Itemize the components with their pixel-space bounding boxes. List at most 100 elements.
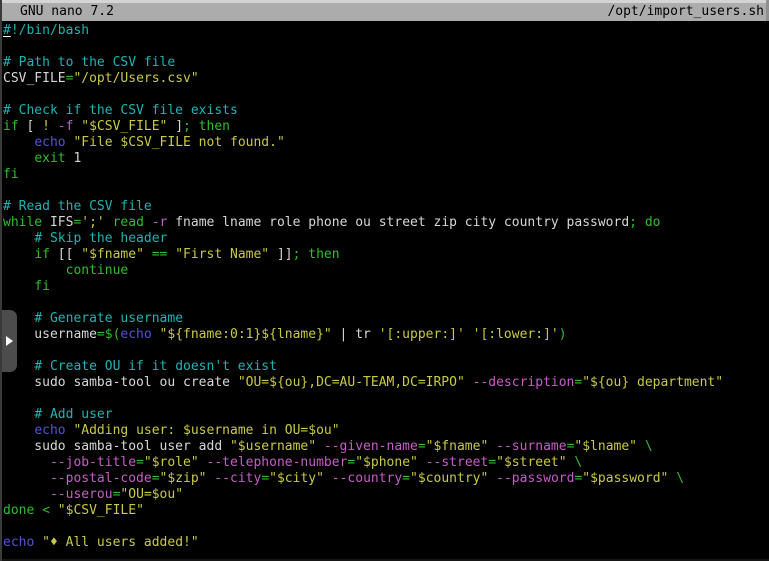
code-segment	[34, 535, 42, 550]
code-line[interactable]	[2, 295, 769, 311]
code-line[interactable]	[2, 39, 769, 55]
code-segment: --country	[332, 471, 402, 486]
code-segment: ]]	[269, 247, 292, 262]
code-segment	[50, 119, 58, 134]
terminal-window: GNU nano 7.2 /opt/import_users.sh #!/bin…	[0, 0, 769, 561]
code-segment: \	[574, 455, 582, 470]
code-segment: 1	[66, 151, 82, 166]
code-segment: <	[42, 503, 50, 518]
code-segment: "$password"	[582, 471, 668, 486]
code-line[interactable]: done < "$CSV_FILE"	[2, 503, 769, 519]
code-line[interactable]: # Add user	[2, 407, 769, 423]
code-segment	[34, 503, 42, 518]
code-line[interactable]: # Path to the CSV file	[2, 55, 769, 71]
code-segment: "File $CSV_FILE not found."	[73, 135, 284, 150]
code-segment: =	[402, 471, 410, 486]
code-segment: exit	[34, 151, 65, 166]
code-segment: echo	[34, 423, 65, 438]
code-line[interactable]: while IFS=';' read -r fname lname role p…	[2, 215, 769, 231]
code-line[interactable]: sudo samba-tool user add "$username" --g…	[2, 439, 769, 455]
code-segment: IFS	[42, 215, 73, 230]
code-line[interactable]: fi	[2, 279, 769, 295]
code-line[interactable]	[2, 343, 769, 359]
code-line[interactable]	[2, 519, 769, 535]
code-line[interactable]: if [[ "$fname" == "First Name" ]]; then	[2, 247, 769, 263]
code-line[interactable]: sudo samba-tool ou create "OU=${ou},DC=A…	[2, 375, 769, 391]
code-segment	[3, 407, 34, 422]
code-segment: "$username"	[230, 439, 316, 454]
code-segment	[152, 327, 160, 342]
code-segment: "$fname"	[81, 247, 144, 262]
code-segment: "${ou} department"	[582, 375, 723, 390]
file-path: /opt/import_users.sh	[607, 3, 764, 21]
code-segment: !/bin/bash	[11, 23, 89, 38]
code-segment: # Add user	[34, 407, 112, 422]
code-segment: --password	[496, 471, 574, 486]
code-segment: "OU=$ou"	[120, 487, 183, 502]
code-segment: "$city"	[269, 471, 324, 486]
code-line[interactable]: #!/bin/bash	[2, 23, 769, 39]
code-line[interactable]: --postal-code="$zip" --city="$city" --co…	[2, 471, 769, 487]
code-segment: ';'	[81, 215, 104, 230]
code-segment: --userou	[50, 487, 113, 502]
code-line[interactable]	[2, 87, 769, 103]
code-segment: \	[676, 471, 684, 486]
code-line[interactable]: # Check if the CSV file exists	[2, 103, 769, 119]
code-line[interactable]: CSV_FILE="/opt/Users.csv"	[2, 71, 769, 87]
code-segment	[199, 455, 207, 470]
code-segment: )	[559, 327, 567, 342]
code-segment: "${fname:0:1}${lname}"	[160, 327, 332, 342]
code-segment: --city	[214, 471, 261, 486]
code-line[interactable]: echo "File $CSV_FILE not found."	[2, 135, 769, 151]
code-segment: # Read the CSV file	[3, 199, 152, 214]
code-line[interactable]: # Create OU if it doesn't exist	[2, 359, 769, 375]
code-segment: # Check if the CSV file exists	[3, 103, 238, 118]
code-line[interactable]: continue	[2, 263, 769, 279]
code-segment: then	[199, 119, 230, 134]
code-segment: "$CSV_FILE"	[58, 503, 144, 518]
side-panel-handle[interactable]	[2, 310, 17, 372]
code-segment: =$(	[97, 327, 120, 342]
code-segment: fi	[3, 167, 19, 182]
cursor: #	[3, 23, 11, 38]
code-line[interactable]: fi	[2, 167, 769, 183]
code-line[interactable]: --job-title="$role" --telephone-number="…	[2, 455, 769, 471]
code-segment	[144, 215, 152, 230]
code-line[interactable]: echo "Adding user: $username in OU=$ou"	[2, 423, 769, 439]
code-segment	[668, 471, 676, 486]
code-line[interactable]: # Skip the header	[2, 231, 769, 247]
code-segment	[637, 439, 645, 454]
code-segment: ==	[152, 247, 168, 262]
code-line[interactable]	[2, 391, 769, 407]
code-segment: =	[152, 471, 160, 486]
code-segment: continue	[66, 263, 129, 278]
code-segment	[3, 279, 34, 294]
code-segment: "$zip"	[160, 471, 207, 486]
code-line[interactable]: if [ ! -f "$CSV_FILE" ]; then	[2, 119, 769, 135]
code-line[interactable]: username=$(echo "${fname:0:1}${lname}" |…	[2, 327, 769, 343]
code-segment	[3, 455, 50, 470]
code-segment: read	[113, 215, 144, 230]
code-segment	[324, 471, 332, 486]
code-segment	[191, 119, 199, 134]
code-segment: fi	[34, 279, 50, 294]
code-segment	[144, 247, 152, 262]
code-line[interactable]: exit 1	[2, 151, 769, 167]
code-segment: CSV_FILE	[3, 71, 66, 86]
code-line[interactable]	[2, 183, 769, 199]
code-segment	[50, 503, 58, 518]
app-title: GNU nano 7.2	[20, 3, 114, 21]
code-segment: --telephone-number	[207, 455, 348, 470]
code-segment: echo	[3, 535, 34, 550]
code-segment	[465, 375, 473, 390]
code-line[interactable]: # Generate username	[2, 311, 769, 327]
editor-content[interactable]: #!/bin/bash # Path to the CSV fileCSV_FIL…	[2, 21, 769, 551]
code-segment: --description	[473, 375, 575, 390]
code-segment	[316, 439, 324, 454]
code-line[interactable]: # Read the CSV file	[2, 199, 769, 215]
code-line[interactable]: --userou="OU=$ou"	[2, 487, 769, 503]
code-segment: "$role"	[144, 455, 199, 470]
triangle-right-icon	[6, 336, 13, 346]
code-segment: "OU=${ou},DC=AU-TEAM,DC=IRPO"	[238, 375, 465, 390]
code-line[interactable]: echo "♦ All users added!"	[2, 535, 769, 551]
